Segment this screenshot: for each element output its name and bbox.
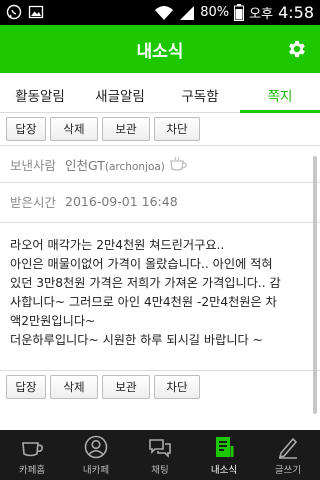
image-icon <box>28 5 44 19</box>
tab-bar: 활동알림 새글알림 구독함 쪽지 <box>0 73 320 113</box>
divider <box>0 370 320 371</box>
profile-icon <box>84 435 108 459</box>
news-icon <box>216 437 234 457</box>
reply-button[interactable]: 답장 <box>6 375 46 399</box>
save-button[interactable]: 보관 <box>102 117 150 141</box>
action-bar-top: 답장 삭제 보관 차단 <box>0 117 320 141</box>
divider <box>0 222 320 223</box>
gear-icon[interactable] <box>286 38 308 60</box>
message-line: 라오어 매각가는 2만4천원 쳐드린거구요.. <box>10 238 225 252</box>
sender-name-link[interactable]: 인천GT(archonjoa) <box>65 155 165 174</box>
page-title: 내소식 <box>136 42 184 62</box>
tab-activity[interactable]: 활동알림 <box>0 73 80 112</box>
app-header: 내소식 <box>0 25 320 73</box>
delete-button[interactable]: 삭제 <box>50 375 98 399</box>
wifi-icon <box>155 5 174 20</box>
battery-icon <box>234 4 245 21</box>
sender-id: (archonjoa) <box>104 160 165 173</box>
whatsapp-icon <box>6 4 22 20</box>
status-time: 4:58 <box>278 3 314 22</box>
block-button[interactable]: 차단 <box>154 117 200 141</box>
message-line: 있던 3만8천원 가격은 저희가 가져온 가격입니다.. 감 <box>10 276 281 290</box>
tab-messages[interactable]: 쪽지 <box>240 73 320 113</box>
save-button[interactable]: 보관 <box>102 375 150 399</box>
nav-label: 채팅 <box>151 465 169 476</box>
received-time-row: 받은시간 2016-09-01 16:48 <box>0 183 320 219</box>
cafe-cup-icon <box>170 156 187 171</box>
received-time: 2016-09-01 16:48 <box>65 193 178 209</box>
block-button[interactable]: 차단 <box>154 375 200 399</box>
pencil-icon <box>278 437 298 459</box>
nav-cafe-home[interactable]: 카페홈 <box>0 430 64 480</box>
scrollbar[interactable] <box>313 156 317 414</box>
status-bar: 80% 오후 4:58 <box>0 0 320 25</box>
battery-percent: 80% <box>200 5 230 20</box>
message-body: 라오어 매각가는 2만4천원 쳐드린거구요.. 아인은 매물이없어 가격이 올랐… <box>10 236 310 350</box>
action-bar-bottom: 답장 삭제 보관 차단 <box>0 375 320 399</box>
sender-label: 보낸사람 <box>10 157 57 173</box>
nav-label: 카페홈 <box>18 465 46 476</box>
cafe-cup-icon <box>22 442 43 457</box>
signal-icon <box>180 5 195 20</box>
nav-write[interactable]: 글쓰기 <box>256 430 320 480</box>
delete-button[interactable]: 삭제 <box>50 117 98 141</box>
sender-row: 보낸사람 인천GT(archonjoa) <box>0 146 320 182</box>
status-ampm: 오후 <box>249 7 274 22</box>
nav-chat[interactable]: 채팅 <box>128 430 192 480</box>
bottom-nav: 카페홈 내카페 채팅 내소식 글쓰기 <box>0 430 320 480</box>
nav-news[interactable]: 내소식 <box>192 430 256 480</box>
sender-name: 인천GT <box>65 157 105 173</box>
received-time-label: 받은시간 <box>10 194 57 210</box>
nav-label: 내소식 <box>210 465 238 476</box>
tab-subscriptions[interactable]: 구독함 <box>160 73 240 112</box>
message-line: 더운하루입니다~ 시원한 하루 되시길 바랍니다 ~ <box>10 333 263 347</box>
nav-my-cafe[interactable]: 내카페 <box>64 430 128 480</box>
message-line: 아인은 매물이없어 가격이 올랐습니다.. 아인에 적혀 <box>10 257 273 271</box>
tab-new-posts[interactable]: 새글알림 <box>80 73 160 112</box>
nav-label: 내카페 <box>82 465 110 476</box>
message-line: 액2만원입니다~ <box>10 314 96 328</box>
chat-icon <box>149 439 171 458</box>
message-line: 사합니다~ 그러므로 아인 4만4천원 -2만4천원은 차 <box>10 295 277 309</box>
reply-button[interactable]: 답장 <box>6 117 46 141</box>
nav-label: 글쓰기 <box>274 465 302 476</box>
